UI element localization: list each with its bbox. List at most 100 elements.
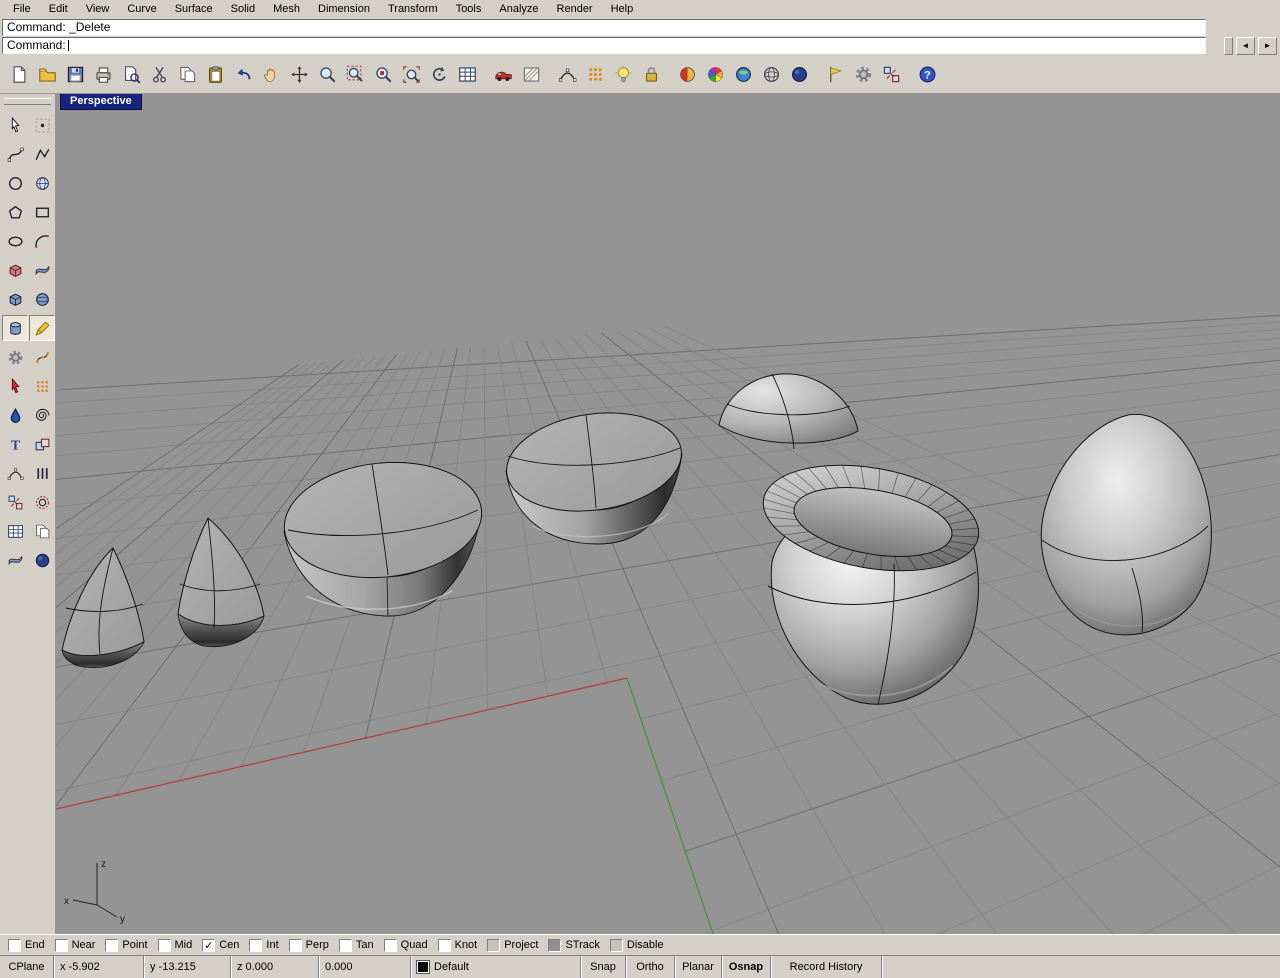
menu-solid[interactable]: Solid xyxy=(222,1,264,17)
sidebar-offset-button[interactable] xyxy=(29,489,55,515)
object-half-sphere-b[interactable] xyxy=(177,517,265,648)
status-osnap[interactable]: Osnap xyxy=(722,956,771,978)
toolbar-new-button[interactable] xyxy=(5,61,33,89)
toolbar-print-preview-button[interactable] xyxy=(117,61,145,89)
sidebar-drop-button[interactable] xyxy=(2,402,28,428)
osnap-project[interactable]: Project xyxy=(487,938,538,952)
status-default[interactable]: Default xyxy=(411,956,581,978)
toolbar-cut-button[interactable] xyxy=(145,61,173,89)
osnap-knot[interactable]: Knot xyxy=(437,938,477,952)
sidebar-uvn-tool-button[interactable] xyxy=(2,489,28,515)
sidebar-polyline-button[interactable] xyxy=(29,141,55,167)
osnap-end-checkbox[interactable] xyxy=(8,938,21,952)
command-splitter-grip[interactable] xyxy=(1224,36,1233,55)
toolbar-layers-button[interactable] xyxy=(453,61,481,89)
osnap-cen-checkbox[interactable]: ✓ xyxy=(202,938,216,952)
sidebar-tool-options-button[interactable] xyxy=(2,344,28,370)
sidebar-surface-button[interactable] xyxy=(29,257,55,283)
sidebar-polygon-button[interactable] xyxy=(2,199,28,225)
toolbar-rendered-view-button[interactable] xyxy=(729,61,757,89)
sidebar-table-button[interactable] xyxy=(2,518,28,544)
osnap-strack[interactable]: STrack xyxy=(548,938,600,952)
toolbar-print-button[interactable] xyxy=(89,61,117,89)
sidebar-bars-button[interactable] xyxy=(29,460,55,486)
toolbar-zoom-dynamic-button[interactable] xyxy=(313,61,341,89)
osnap-perp-checkbox[interactable] xyxy=(288,938,302,952)
viewport-tab-perspective[interactable]: Perspective xyxy=(60,94,142,110)
osnap-int[interactable]: Int xyxy=(249,938,279,952)
toolbar-uvn-button[interactable] xyxy=(877,61,905,89)
toolbar-copy-button[interactable] xyxy=(173,61,201,89)
toolbar-options-button[interactable] xyxy=(849,61,877,89)
sidebar-text-button[interactable] xyxy=(2,431,28,457)
toolbar-flag-button[interactable] xyxy=(821,61,849,89)
toolbar-zoom-selected-button[interactable] xyxy=(369,61,397,89)
toolbar-lamp-button[interactable] xyxy=(609,61,637,89)
object-truncated-disc[interactable] xyxy=(279,453,488,617)
sidebar-arc-button[interactable] xyxy=(29,228,55,254)
toolbar-lock-button[interactable] xyxy=(637,61,665,89)
scroll-left-button[interactable]: ◄ xyxy=(1236,36,1255,55)
osnap-disable[interactable]: Disable xyxy=(609,938,664,952)
status-planar[interactable]: Planar xyxy=(675,956,722,978)
object-egg[interactable] xyxy=(1040,413,1212,636)
osnap-disable-checkbox[interactable] xyxy=(609,938,623,952)
toolbar-shaded-view-button[interactable] xyxy=(673,61,701,89)
toolbar-rotate-view-button[interactable] xyxy=(425,61,453,89)
toolbar-color-wheel-button[interactable] xyxy=(701,61,729,89)
sidebar-pointer-button[interactable] xyxy=(2,112,28,138)
osnap-tan-checkbox[interactable] xyxy=(338,938,352,952)
menu-edit[interactable]: Edit xyxy=(40,1,77,17)
menu-file[interactable]: File xyxy=(4,1,40,17)
osnap-int-checkbox[interactable] xyxy=(249,938,263,952)
toolbar-help-button[interactable] xyxy=(913,61,941,89)
menu-tools[interactable]: Tools xyxy=(447,1,491,17)
osnap-quad-checkbox[interactable] xyxy=(383,938,397,952)
sidebar-sphere-solid-button[interactable] xyxy=(29,286,55,312)
sidebar-solid-union-button[interactable] xyxy=(2,257,28,283)
sidebar-spiral-button[interactable] xyxy=(29,402,55,428)
object-dome[interactable] xyxy=(718,373,859,450)
sidebar-select-red-button[interactable] xyxy=(2,373,28,399)
toolbar-move-button[interactable] xyxy=(285,61,313,89)
toolbar-paste-button[interactable] xyxy=(201,61,229,89)
osnap-near[interactable]: Near xyxy=(54,938,95,952)
toolbar-ghosted-view-button[interactable] xyxy=(785,61,813,89)
sidebar-sketch-button[interactable] xyxy=(29,315,55,341)
toolbar-zoom-window-button[interactable] xyxy=(341,61,369,89)
sidebar-box-button[interactable] xyxy=(2,286,28,312)
toolbar-open-button[interactable] xyxy=(33,61,61,89)
sidebar-copy-tool-button[interactable] xyxy=(29,518,55,544)
sidebar-block-button[interactable] xyxy=(29,431,55,457)
status-record-history[interactable]: Record History xyxy=(771,956,882,978)
osnap-knot-checkbox[interactable] xyxy=(437,938,451,952)
toolbar-save-button[interactable] xyxy=(61,61,89,89)
menu-surface[interactable]: Surface xyxy=(166,1,222,17)
osnap-project-checkbox[interactable] xyxy=(487,938,501,952)
sidebar-cylinder-button[interactable] xyxy=(2,315,28,341)
command-history-line[interactable]: Command: _Delete xyxy=(2,19,1206,36)
osnap-cen[interactable]: ✓ Cen xyxy=(202,938,239,952)
sidebar-rectangle-button[interactable] xyxy=(29,199,55,225)
status-ortho[interactable]: Ortho xyxy=(626,956,675,978)
menu-view[interactable]: View xyxy=(77,1,119,17)
osnap-near-checkbox[interactable] xyxy=(54,938,68,952)
toolbar-hatch-button[interactable] xyxy=(517,61,545,89)
object-pod[interactable] xyxy=(755,450,987,705)
osnap-strack-checkbox[interactable] xyxy=(548,938,562,952)
osnap-point[interactable]: Point xyxy=(105,938,148,952)
viewport-perspective[interactable]: z x y Perspective xyxy=(56,94,1280,934)
sidebar-circle-button[interactable] xyxy=(2,170,28,196)
command-input-line[interactable]: Command: xyxy=(2,37,1206,54)
osnap-quad[interactable]: Quad xyxy=(383,938,428,952)
sidebar-arc-points-button[interactable] xyxy=(2,460,28,486)
toolbar-zoom-extents-button[interactable] xyxy=(397,61,425,89)
sidebar-grip[interactable] xyxy=(4,98,51,105)
menu-help[interactable]: Help xyxy=(602,1,643,17)
object-bowl[interactable] xyxy=(500,402,688,545)
osnap-mid[interactable]: Mid xyxy=(157,938,192,952)
scroll-right-button[interactable]: ► xyxy=(1258,36,1277,55)
status-snap[interactable]: Snap xyxy=(581,956,626,978)
sidebar-sphere-wire-button[interactable] xyxy=(29,170,55,196)
menu-render[interactable]: Render xyxy=(548,1,602,17)
